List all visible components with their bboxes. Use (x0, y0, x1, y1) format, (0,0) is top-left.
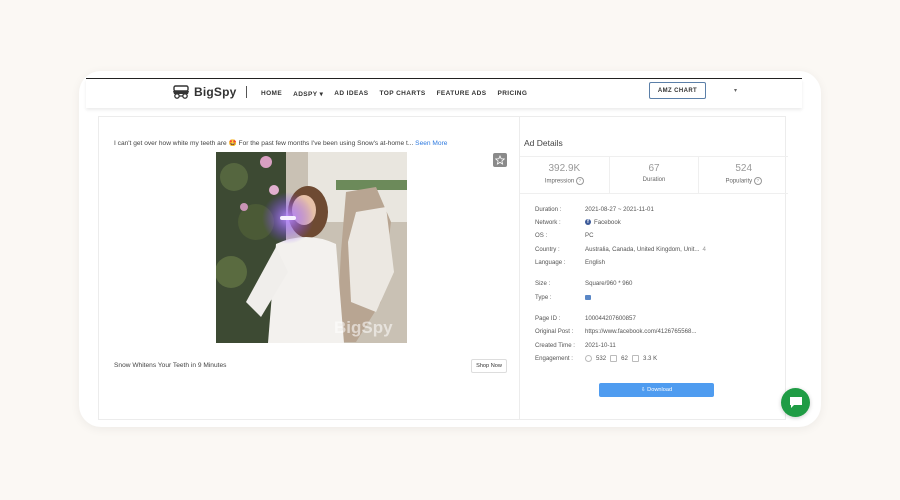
detail-value: 2021-08-27 ~ 2021-11-01 (585, 205, 654, 213)
download-button[interactable]: ⇩ Download (599, 383, 714, 397)
ad-body-text-content: I can't get over how white my teeth are … (114, 140, 414, 147)
stats-bar: 392.9K Impression ? 67 Duration 524 Popu… (520, 156, 788, 194)
detail-value: Australia, Canada, United Kingdom, Unit.… (585, 245, 706, 253)
bigspy-logo-icon (173, 85, 189, 99)
original-post-link[interactable]: https://www.facebook.com/4126765568... (585, 328, 696, 335)
stat-label: Popularity ? (699, 177, 788, 185)
nav-adspy[interactable]: ADSPY ▾ (293, 90, 323, 98)
comment-icon (610, 354, 618, 362)
share-icon (631, 354, 639, 362)
like-icon (585, 354, 592, 362)
nav-divider (246, 86, 247, 98)
stat-value: 392.9K (548, 163, 581, 174)
detail-value: f Facebook (585, 219, 621, 226)
detail-row-duration: Duration : 2021-08-27 ~ 2021-11-01 (535, 204, 654, 214)
detail-row-size: Size : Square/960 * 960 (535, 278, 632, 288)
stat-label: Duration (642, 177, 666, 183)
country-more-count[interactable]: 4 (703, 246, 706, 253)
stat-impression: 392.9K Impression ? (520, 157, 610, 193)
chevron-down-icon: ▾ (319, 91, 324, 98)
detail-row-network: Network : f Facebook (535, 217, 621, 227)
detail-key: Engagement : (535, 354, 573, 362)
logo-text: BigSpy (194, 85, 237, 99)
ad-detail-panel: I can't get over how white my teeth are … (98, 116, 788, 420)
detail-key: Size : (535, 279, 551, 287)
nav-ad-ideas[interactable]: AD IDEAS (334, 90, 368, 98)
star-icon (495, 155, 505, 165)
detail-key: Country : (535, 245, 560, 253)
favorite-button[interactable] (493, 153, 507, 167)
app-window: BigSpy HOME ADSPY ▾ AD IDEAS TOP CHARTS … (79, 71, 821, 427)
detail-value: 2021-10-11 (585, 341, 616, 349)
ad-preview-pane: I can't get over how white my teeth are … (99, 117, 520, 419)
stat-label: Impression ? (520, 177, 609, 185)
detail-value (585, 294, 591, 300)
image-type-icon (585, 294, 591, 300)
nav-feature-ads[interactable]: FEATURE ADS (437, 90, 487, 98)
bigspy-logo[interactable]: BigSpy (172, 85, 237, 99)
nav-top-charts[interactable]: TOP CHARTS (380, 90, 426, 98)
stat-value: 67 (648, 163, 660, 174)
main-nav: HOME ADSPY ▾ AD IDEAS TOP CHARTS FEATURE… (261, 90, 527, 98)
image-watermark: BigSpy (334, 318, 393, 337)
detail-key: OS : (535, 231, 548, 239)
account-dropdown-chevron-icon[interactable]: ▾ (734, 87, 737, 94)
amz-chart-button[interactable]: AMZ CHART (649, 82, 706, 99)
detail-key: Created Time : (535, 341, 575, 349)
detail-row-language: Language : English (535, 257, 605, 267)
chat-widget-button[interactable] (781, 388, 810, 417)
facebook-icon: f (585, 219, 591, 225)
detail-key: Page ID : (535, 314, 561, 322)
help-icon[interactable]: ? (575, 177, 584, 185)
detail-row-type: Type : (535, 292, 591, 302)
detail-key: Original Post : (535, 327, 574, 335)
detail-row-country: Country : Australia, Canada, United King… (535, 244, 706, 254)
detail-row-created-time: Created Time : 2021-10-11 (535, 340, 616, 350)
nav-adspy-label: ADSPY (293, 91, 318, 98)
detail-value: PC (585, 231, 594, 239)
ad-photo-illustration: BigSpy (216, 152, 407, 343)
chat-bubble-icon (789, 397, 802, 408)
ad-body-text: I can't get over how white my teeth are … (114, 139, 447, 147)
detail-row-page-id: Page ID : 100044207600857 (535, 313, 636, 323)
detail-key: Type : (535, 293, 552, 301)
detail-value: 100044207600857 (585, 314, 636, 322)
likes-count: 532 (596, 354, 607, 362)
stat-duration: 67 Duration (610, 157, 700, 193)
detail-row-engagement: Engagement : 532 62 3.3 K (535, 353, 657, 363)
help-icon[interactable]: ? (753, 177, 762, 185)
nav-pricing[interactable]: PRICING (497, 90, 527, 98)
detail-key: Language : (535, 258, 566, 266)
ad-details-pane: Ad Details 392.9K Impression ? 67 Durati… (520, 117, 788, 419)
shop-now-button[interactable]: Shop Now (471, 359, 507, 373)
detail-value: 532 62 3.3 K (585, 354, 658, 362)
stat-popularity: 524 Popularity ? (699, 157, 788, 193)
detail-key: Network : (535, 218, 561, 226)
ad-details-title: Ad Details (524, 138, 563, 148)
ad-headline: Snow Whitens Your Teeth in 9 Minutes (114, 362, 227, 369)
detail-row-original-post: Original Post : https://www.facebook.com… (535, 326, 696, 336)
comments-count: 62 (621, 354, 628, 362)
see-more-link[interactable]: Seen More (415, 140, 447, 147)
detail-value: Square/960 * 960 (585, 279, 633, 287)
detail-key: Duration : (535, 205, 562, 213)
nav-home[interactable]: HOME (261, 90, 282, 98)
top-navbar: BigSpy HOME ADSPY ▾ AD IDEAS TOP CHARTS … (86, 79, 802, 108)
ad-creative-image[interactable]: BigSpy (216, 152, 407, 343)
stat-value: 524 (735, 163, 753, 174)
detail-row-os: OS : PC (535, 230, 593, 240)
shares-count: 3.3 K (642, 354, 658, 362)
detail-value: English (585, 258, 605, 266)
